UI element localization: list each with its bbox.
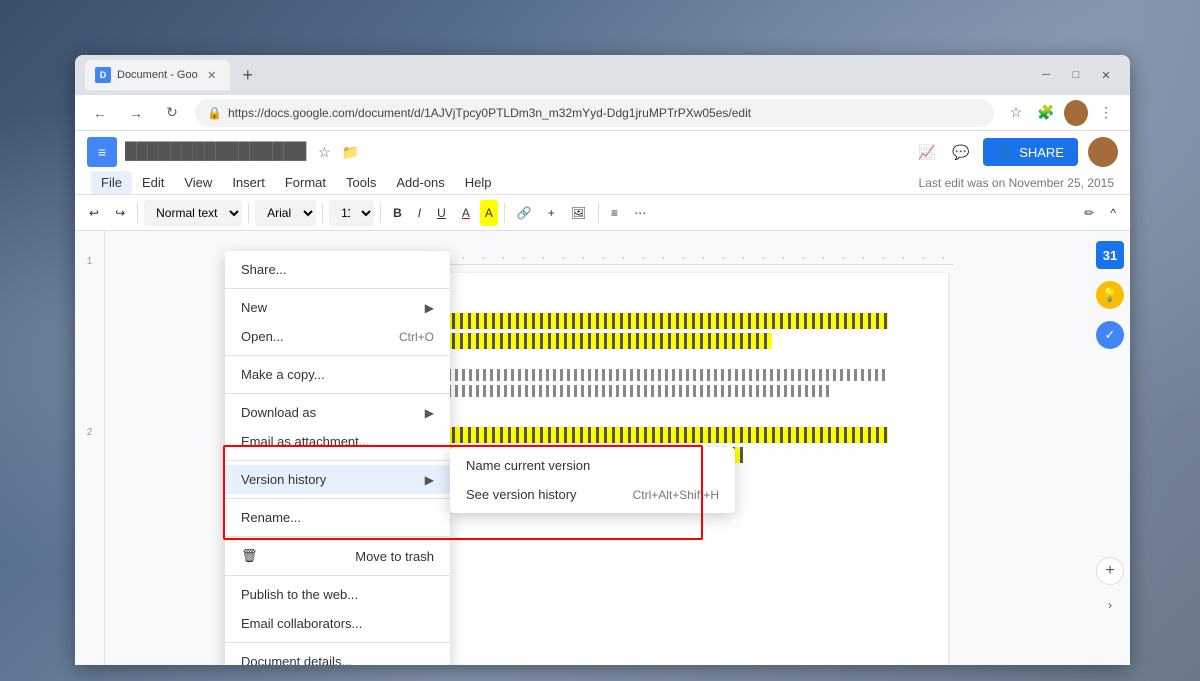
- back-button[interactable]: ←: [87, 100, 113, 126]
- docs-title-bar: ≡ ████████████████ ☆ 📁 📈 💬 👤 SHARE: [87, 137, 1118, 167]
- separator-1: [137, 203, 138, 223]
- browser-window: D Document - Goo ✕ + ─ □ ✕ ← → ↻ 🔒 https…: [75, 55, 1130, 665]
- link-button[interactable]: 🔗: [511, 200, 538, 226]
- italic-button[interactable]: I: [412, 200, 427, 226]
- bookmark-icon[interactable]: ☆: [1004, 101, 1028, 125]
- ruler-left: 1 2: [75, 231, 105, 665]
- docs-right-section: 📈 💬 👤 SHARE: [915, 137, 1118, 167]
- share-label: SHARE: [1019, 145, 1064, 160]
- close-button[interactable]: ✕: [1092, 61, 1120, 89]
- address-bar-right: ☆ 🧩 ⋮: [1004, 101, 1118, 125]
- separator-6: [598, 203, 599, 223]
- address-bar: ← → ↻ 🔒 https://docs.google.com/document…: [75, 95, 1130, 131]
- menu-bar: File Edit View Insert Format Tools Add-o…: [87, 171, 1118, 194]
- user-avatar[interactable]: [1088, 137, 1118, 167]
- separator-4: [380, 203, 381, 223]
- document-page: [248, 273, 948, 665]
- menu-item-edit[interactable]: Edit: [132, 171, 174, 194]
- title-icons: ☆ 📁: [314, 142, 360, 162]
- size-dropdown[interactable]: 11: [329, 200, 374, 226]
- minimize-button[interactable]: ─: [1032, 61, 1060, 89]
- menu-item-view[interactable]: View: [174, 171, 222, 194]
- keep-icon[interactable]: 💡: [1096, 281, 1124, 309]
- separator-2: [248, 203, 249, 223]
- tab-close-button[interactable]: ✕: [204, 67, 220, 83]
- extensions-icon[interactable]: 🧩: [1034, 101, 1058, 125]
- insert-button[interactable]: +: [542, 200, 561, 226]
- share-icon: 👤: [997, 144, 1013, 160]
- tasks-icon[interactable]: ✓: [1096, 321, 1124, 349]
- font-color-button[interactable]: A: [456, 200, 476, 226]
- star-icon[interactable]: ☆: [314, 142, 334, 162]
- underline-button[interactable]: U: [431, 200, 452, 226]
- url-text: https://docs.google.com/document/d/1AJVj…: [228, 106, 751, 120]
- active-tab[interactable]: D Document - Goo ✕: [85, 60, 230, 90]
- menu-item-format[interactable]: Format: [275, 171, 336, 194]
- browser-menu-icon[interactable]: ⋮: [1094, 101, 1118, 125]
- refresh-button[interactable]: ↻: [159, 100, 185, 126]
- share-button[interactable]: 👤 SHARE: [983, 138, 1078, 166]
- more-button[interactable]: ⋯: [628, 200, 652, 226]
- menu-item-file[interactable]: File: [91, 171, 132, 194]
- align-button[interactable]: ≡: [605, 200, 624, 226]
- tab-title: Document - Goo: [117, 69, 198, 81]
- image-button[interactable]: 🖼: [565, 200, 592, 226]
- toolbar: ↩ ↪ Normal text Arial 11 B I U A A 🔗 + 🖼…: [75, 195, 1130, 231]
- font-dropdown[interactable]: Arial: [255, 200, 316, 226]
- forward-button[interactable]: →: [123, 100, 149, 126]
- separator-5: [504, 203, 505, 223]
- right-sidebar: 31 💡 ✓ + ›: [1090, 231, 1130, 665]
- url-field[interactable]: 🔒 https://docs.google.com/document/d/1AJ…: [195, 99, 994, 127]
- new-tab-button[interactable]: +: [234, 61, 262, 89]
- maximize-button[interactable]: □: [1062, 61, 1090, 89]
- expand-button[interactable]: ^: [1104, 200, 1122, 226]
- add-sidebar-button[interactable]: +: [1096, 557, 1124, 585]
- lock-icon: 🔒: [207, 106, 222, 120]
- tab-bar: D Document - Goo ✕ + ─ □ ✕: [75, 55, 1130, 95]
- menu-item-insert[interactable]: Insert: [222, 171, 275, 194]
- expand-sidebar-button[interactable]: ›: [1102, 597, 1118, 613]
- bold-button[interactable]: B: [387, 200, 408, 226]
- folder-icon[interactable]: 📁: [340, 142, 360, 162]
- window-controls: ─ □ ✕: [1032, 61, 1120, 89]
- menu-item-help[interactable]: Help: [455, 171, 502, 194]
- document-content: [105, 231, 1090, 665]
- tab-favicon: D: [95, 67, 111, 83]
- comments-icon[interactable]: 💬: [949, 140, 973, 164]
- docs-header: ≡ ████████████████ ☆ 📁 📈 💬 👤 SHARE File …: [75, 131, 1130, 195]
- profile-avatar-small[interactable]: [1064, 101, 1088, 125]
- last-edit-label: Last edit was on November 25, 2015: [919, 171, 1114, 194]
- separator-3: [322, 203, 323, 223]
- menu-item-tools[interactable]: Tools: [336, 171, 386, 194]
- redo-button[interactable]: ↪: [109, 200, 131, 226]
- highlight-button[interactable]: A: [480, 200, 498, 226]
- document-area: 1 2: [75, 231, 1130, 665]
- pencil-button[interactable]: ✏: [1078, 200, 1100, 226]
- document-title[interactable]: ████████████████: [125, 143, 306, 161]
- menu-item-addons[interactable]: Add-ons: [386, 171, 454, 194]
- undo-button[interactable]: ↩: [83, 200, 105, 226]
- activity-icon[interactable]: 📈: [915, 140, 939, 164]
- style-dropdown[interactable]: Normal text: [144, 200, 242, 226]
- docs-logo: ≡: [87, 137, 117, 167]
- calendar-icon[interactable]: 31: [1096, 241, 1124, 269]
